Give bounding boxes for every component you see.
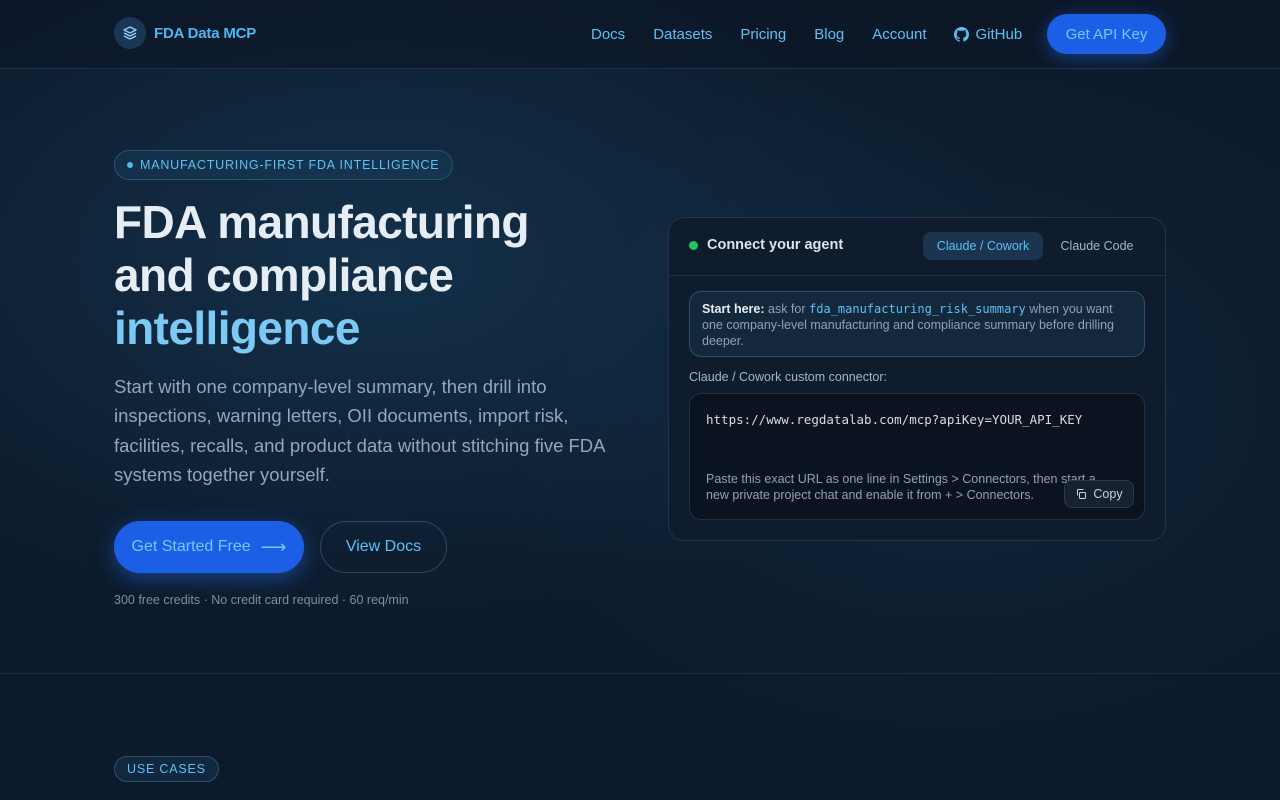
view-docs-button[interactable]: View Docs (320, 521, 447, 573)
connector-label: Claude / Cowork custom connector: (689, 370, 888, 384)
nav-link-account[interactable]: Account (872, 26, 926, 43)
nav-link-datasets[interactable]: Datasets (653, 26, 712, 43)
start-here-tip: Start here: ask for fda_manufacturing_ri… (689, 291, 1145, 357)
status-dot-icon (689, 240, 698, 250)
top-nav: FDA Data MCP Docs Datasets Pricing Blog … (0, 0, 1280, 69)
connect-agent-card: Connect your agent Claude / Cowork Claud… (668, 217, 1166, 541)
hero-title-line2: and compliance (114, 249, 454, 301)
card-title-label: Connect your agent (707, 237, 844, 253)
hero-title-accent: intelligence (114, 302, 360, 354)
get-started-button[interactable]: Get Started Free ⟶ (114, 521, 304, 573)
use-cases-badge: USE CASES (114, 756, 219, 782)
get-started-label: Get Started Free (131, 538, 251, 555)
fine-print: 300 free credits · No credit card requir… (114, 593, 409, 607)
copy-button-label: Copy (1093, 487, 1123, 501)
connector-note: Paste this exact URL as one line in Sett… (706, 472, 1096, 502)
tip-tool-name: fda_manufacturing_risk_summary (809, 302, 1026, 316)
layers-icon (114, 17, 146, 49)
badge-dot-icon (127, 162, 133, 168)
brand-name: FDA Data MCP (154, 24, 257, 42)
card-header: Connect your agent Claude / Cowork Claud… (669, 218, 1165, 276)
nav-link-pricing[interactable]: Pricing (740, 26, 786, 43)
hero-title-line1: FDA manufacturing (114, 196, 529, 248)
card-title: Connect your agent (689, 237, 843, 253)
tip-pre: ask for (764, 302, 809, 316)
hero-badge-label: MANUFACTURING-FIRST FDA INTELLIGENCE (140, 158, 440, 172)
nav-link-docs[interactable]: Docs (591, 26, 625, 43)
connector-url[interactable]: https://www.regdatalab.com/mcp?apiKey=YO… (706, 412, 1082, 427)
connector-code-box: https://www.regdatalab.com/mcp?apiKey=YO… (689, 393, 1145, 520)
copy-button[interactable]: Copy (1064, 480, 1134, 508)
tip-lead: Start here: (702, 302, 765, 316)
hero-badge: MANUFACTURING-FIRST FDA INTELLIGENCE (114, 150, 454, 180)
nav-link-blog[interactable]: Blog (814, 26, 844, 43)
hero-title: FDA manufacturing and compliance intelli… (114, 196, 634, 355)
brand[interactable]: FDA Data MCP (114, 17, 256, 49)
tab-claude-cowork[interactable]: Claude / Cowork (923, 232, 1043, 260)
tab-claude-code[interactable]: Claude Code (1047, 232, 1147, 260)
nav-link-github[interactable]: GitHub (954, 26, 1022, 43)
section-divider (0, 673, 1280, 674)
get-api-key-button[interactable]: Get API Key (1047, 14, 1166, 54)
arrow-right-icon: ⟶ (260, 536, 287, 557)
copy-icon (1077, 489, 1087, 499)
hero-subtitle: Start with one company-level summary, th… (114, 376, 605, 485)
nav-link-github-label: GitHub (975, 25, 1023, 43)
github-icon (954, 26, 970, 42)
nav-links: Docs Datasets Pricing Blog Account GitHu… (591, 14, 1050, 54)
